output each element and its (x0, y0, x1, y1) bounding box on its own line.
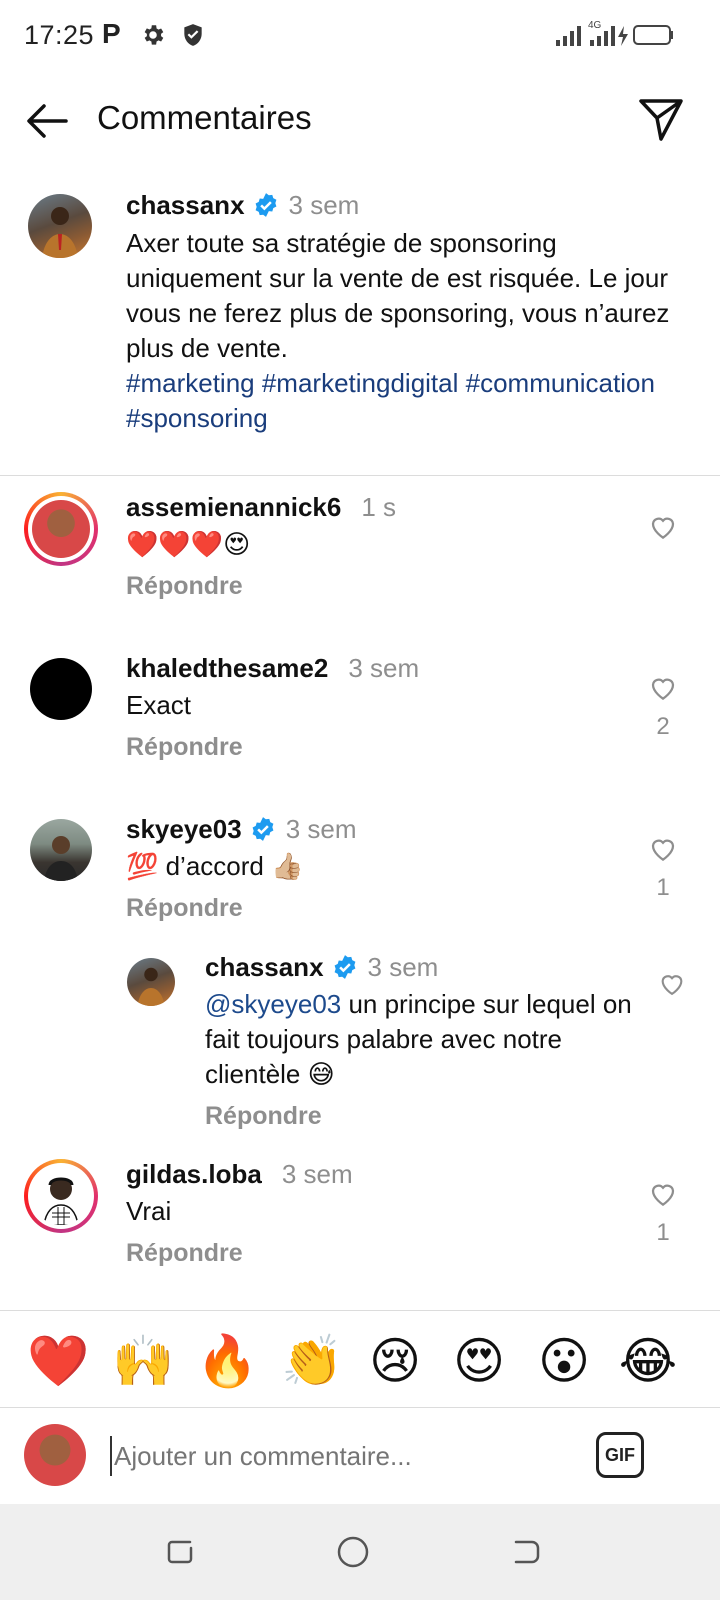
current-user-avatar[interactable] (24, 1424, 86, 1486)
like-heart-icon[interactable] (648, 834, 678, 864)
back-nav-icon[interactable] (508, 1534, 544, 1570)
emoji-raised-hands-button[interactable]: 🙌 (112, 1331, 174, 1391)
emoji-laughing-button[interactable]: 😂 (618, 1331, 678, 1391)
parking-icon: P (102, 18, 121, 49)
person-photo (137, 967, 165, 1006)
comment-username[interactable]: gildas.loba (126, 1159, 262, 1189)
comment-time: 3 sem (285, 814, 357, 844)
status-time: 17:25 (24, 20, 95, 50)
emoji-clap-button[interactable]: 👏 (281, 1331, 343, 1391)
shield-icon (184, 24, 202, 46)
comment-time: 3 sem (281, 1159, 353, 1189)
comment-text: Vrai (126, 1196, 172, 1226)
avatar[interactable] (30, 819, 92, 881)
verified-badge-icon (334, 955, 355, 979)
post-caption: chassanx 3 sem Axer toute sa stratégie de… (0, 180, 720, 476)
like-heart-icon[interactable] (658, 970, 686, 998)
comment-username[interactable]: khaledthesame2 (126, 653, 328, 683)
reply-button[interactable]: Répondre (126, 733, 616, 762)
comment-time: 1 s (361, 492, 397, 522)
reply-button[interactable]: Répondre (126, 1239, 616, 1268)
recent-apps-icon[interactable] (162, 1534, 198, 1570)
reply-button[interactable]: Répondre (126, 572, 616, 601)
comment-text: ❤️❤️❤️😍 (126, 529, 251, 559)
caption-time: 3 sem (288, 190, 360, 220)
comment-username[interactable]: skyeye03 (126, 814, 242, 844)
comment-input[interactable] (110, 1436, 580, 1476)
gif-button[interactable]: GIF (596, 1432, 644, 1478)
caption-username[interactable]: chassanx (126, 190, 245, 220)
reply-button[interactable]: Répondre (126, 894, 616, 923)
comment-text: 💯 d’accord 👍🏼 (126, 851, 304, 881)
person-photo (42, 207, 78, 258)
avatar[interactable] (24, 1159, 98, 1233)
emoji-crying-button[interactable]: 😢 (365, 1331, 425, 1391)
send-icon[interactable] (636, 94, 686, 144)
like-count: 1 (656, 1219, 670, 1246)
network-label: 4G (588, 20, 602, 31)
like-heart-icon[interactable] (648, 512, 678, 542)
comment-item: khaledthesame2 3 sem Exact Répondre 2 (0, 651, 720, 791)
comment-username[interactable]: assemienannick6 (126, 492, 341, 522)
like-count: 1 (656, 874, 670, 901)
emoji-heart-eyes-button[interactable]: 😍 (449, 1331, 509, 1391)
page-title: Commentaires (97, 99, 312, 136)
comment-time: 3 sem (367, 952, 439, 982)
verified-badge-icon (252, 817, 274, 841)
avatar[interactable] (30, 658, 92, 720)
reply-button[interactable]: Répondre (205, 1102, 635, 1131)
avatar[interactable] (28, 194, 92, 258)
verified-badge-icon (255, 193, 276, 217)
comment-item: gildas.loba 3 sem Vrai Répondre 1 (0, 1157, 720, 1297)
gear-icon (144, 25, 164, 45)
system-nav-bar (0, 1504, 720, 1600)
like-count: 2 (656, 713, 670, 740)
caption-hashtags[interactable]: #marketing #marketingdigital #communicat… (126, 366, 686, 436)
comment-composer: GIF (0, 1408, 720, 1504)
person-photo (44, 836, 78, 881)
back-arrow-icon[interactable] (22, 96, 72, 146)
comment-username[interactable]: chassanx (205, 952, 324, 982)
quick-emoji-bar: ❤️ 🙌 🔥 👏 😢 😍 😮 😂 (0, 1310, 720, 1408)
caption-text: Axer toute sa stratégie de sponsoring un… (126, 228, 670, 363)
like-heart-icon[interactable] (648, 673, 678, 703)
signal-battery-icon: 4G (556, 20, 673, 46)
emoji-surprised-button[interactable]: 😮 (534, 1331, 594, 1391)
reply-comment-item: chassanx 3 sem @skyeye03 un principe sur … (0, 950, 720, 1150)
emoji-fire-button[interactable]: 🔥 (196, 1331, 258, 1391)
like-heart-icon[interactable] (648, 1179, 678, 1209)
home-icon[interactable] (335, 1534, 371, 1570)
comment-text-container: @skyeye03 un principe sur lequel on fait… (205, 987, 635, 1092)
person-illustration (43, 1177, 79, 1225)
avatar[interactable] (127, 958, 175, 1006)
status-bar: 17:25 P 4G (0, 0, 720, 72)
header: Commentaires (0, 72, 720, 168)
comment-text: Exact (126, 690, 192, 720)
comment-time: 3 sem (348, 653, 420, 683)
comment-item: skyeye03 3 sem 💯 d’accord 👍🏼 Répondre 1 (0, 812, 720, 952)
emoji-heart-button[interactable]: ❤️ (27, 1331, 89, 1391)
mention-link[interactable]: @skyeye03 (205, 989, 341, 1019)
avatar[interactable] (24, 492, 98, 566)
comment-item: assemienannick6 1 s ❤️❤️❤️😍 Répondre (0, 490, 720, 630)
